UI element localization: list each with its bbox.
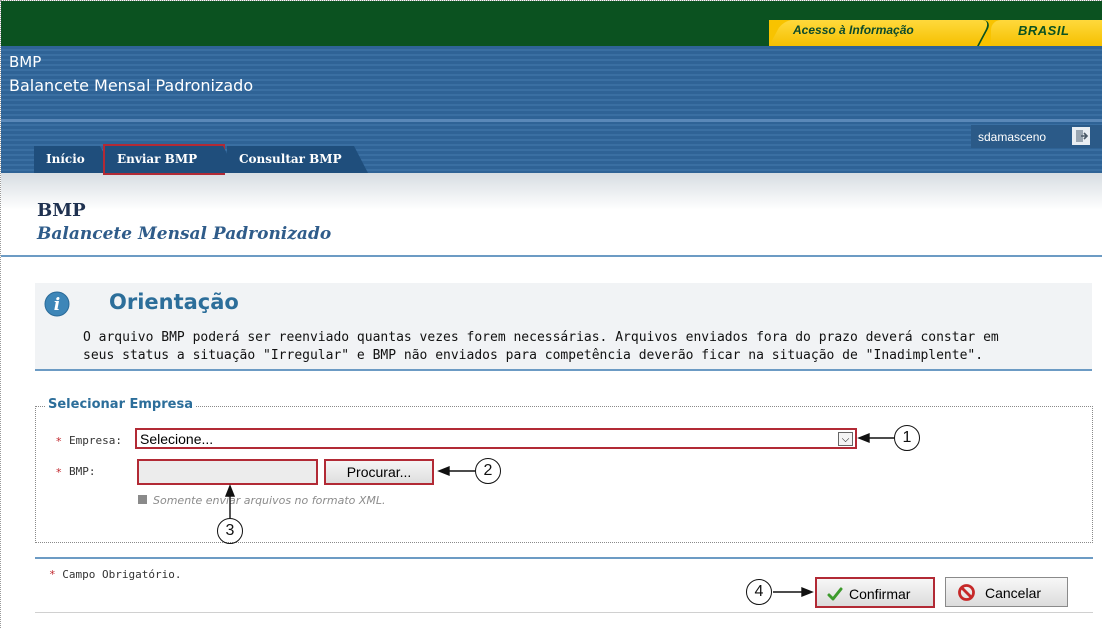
tab-enviar-bmp[interactable]: Enviar BMP — [103, 144, 237, 175]
callout-3: 3 — [217, 518, 243, 544]
callout-1: 1 — [894, 425, 920, 451]
annotation-arrows — [224, 432, 894, 598]
callout-4: 4 — [746, 579, 772, 605]
page: Acesso à Informação BRASIL BMP Balancete… — [0, 0, 1102, 628]
callout-2: 2 — [475, 458, 501, 484]
